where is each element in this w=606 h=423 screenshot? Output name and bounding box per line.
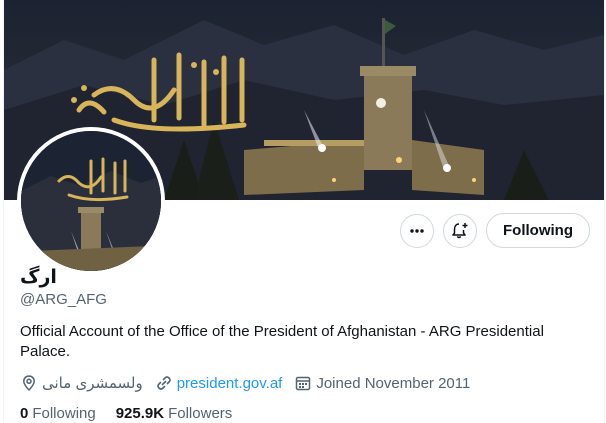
followers-label: Followers (168, 405, 233, 422)
following-count: 0 (20, 405, 29, 422)
profile-joined: Joined November 2011 (294, 374, 470, 392)
notifications-button[interactable] (443, 213, 478, 248)
profile-page: Following ارگ @ARG_AFG Official Account … (3, 0, 605, 423)
followers-count-link[interactable]: 925.9K Followers (116, 405, 233, 422)
avatar-image (21, 131, 161, 271)
following-count-link[interactable]: 0 Following (20, 405, 96, 422)
profile-actions: Following (400, 213, 590, 248)
profile-counts: 0 Following 925.9K Followers (20, 405, 252, 422)
following-button[interactable]: Following (486, 213, 590, 248)
profile-location: ولسمشری مانی (20, 374, 143, 392)
profile-name: ارگ (20, 267, 57, 288)
calendar-icon (296, 376, 311, 391)
more-button[interactable] (400, 213, 435, 248)
profile-meta: ولسمشری مانی president.gov.af Joined Nov… (20, 374, 482, 392)
location-text: ولسمشری مانی (42, 375, 143, 392)
avatar[interactable] (17, 127, 165, 275)
website-link[interactable]: president.gov.af (177, 375, 283, 392)
profile-handle: @ARG_AFG (20, 291, 107, 308)
bell-plus-icon (452, 222, 468, 238)
more-horizontal-icon (410, 228, 424, 233)
joined-text: Joined November 2011 (316, 374, 471, 392)
profile-website: president.gov.af (155, 374, 283, 392)
profile-bio: Official Account of the Office of the Pr… (20, 323, 544, 360)
location-pin-icon (23, 375, 35, 392)
followers-count: 925.9K (115, 405, 165, 422)
link-icon (156, 376, 171, 390)
following-label: Following (32, 405, 96, 422)
